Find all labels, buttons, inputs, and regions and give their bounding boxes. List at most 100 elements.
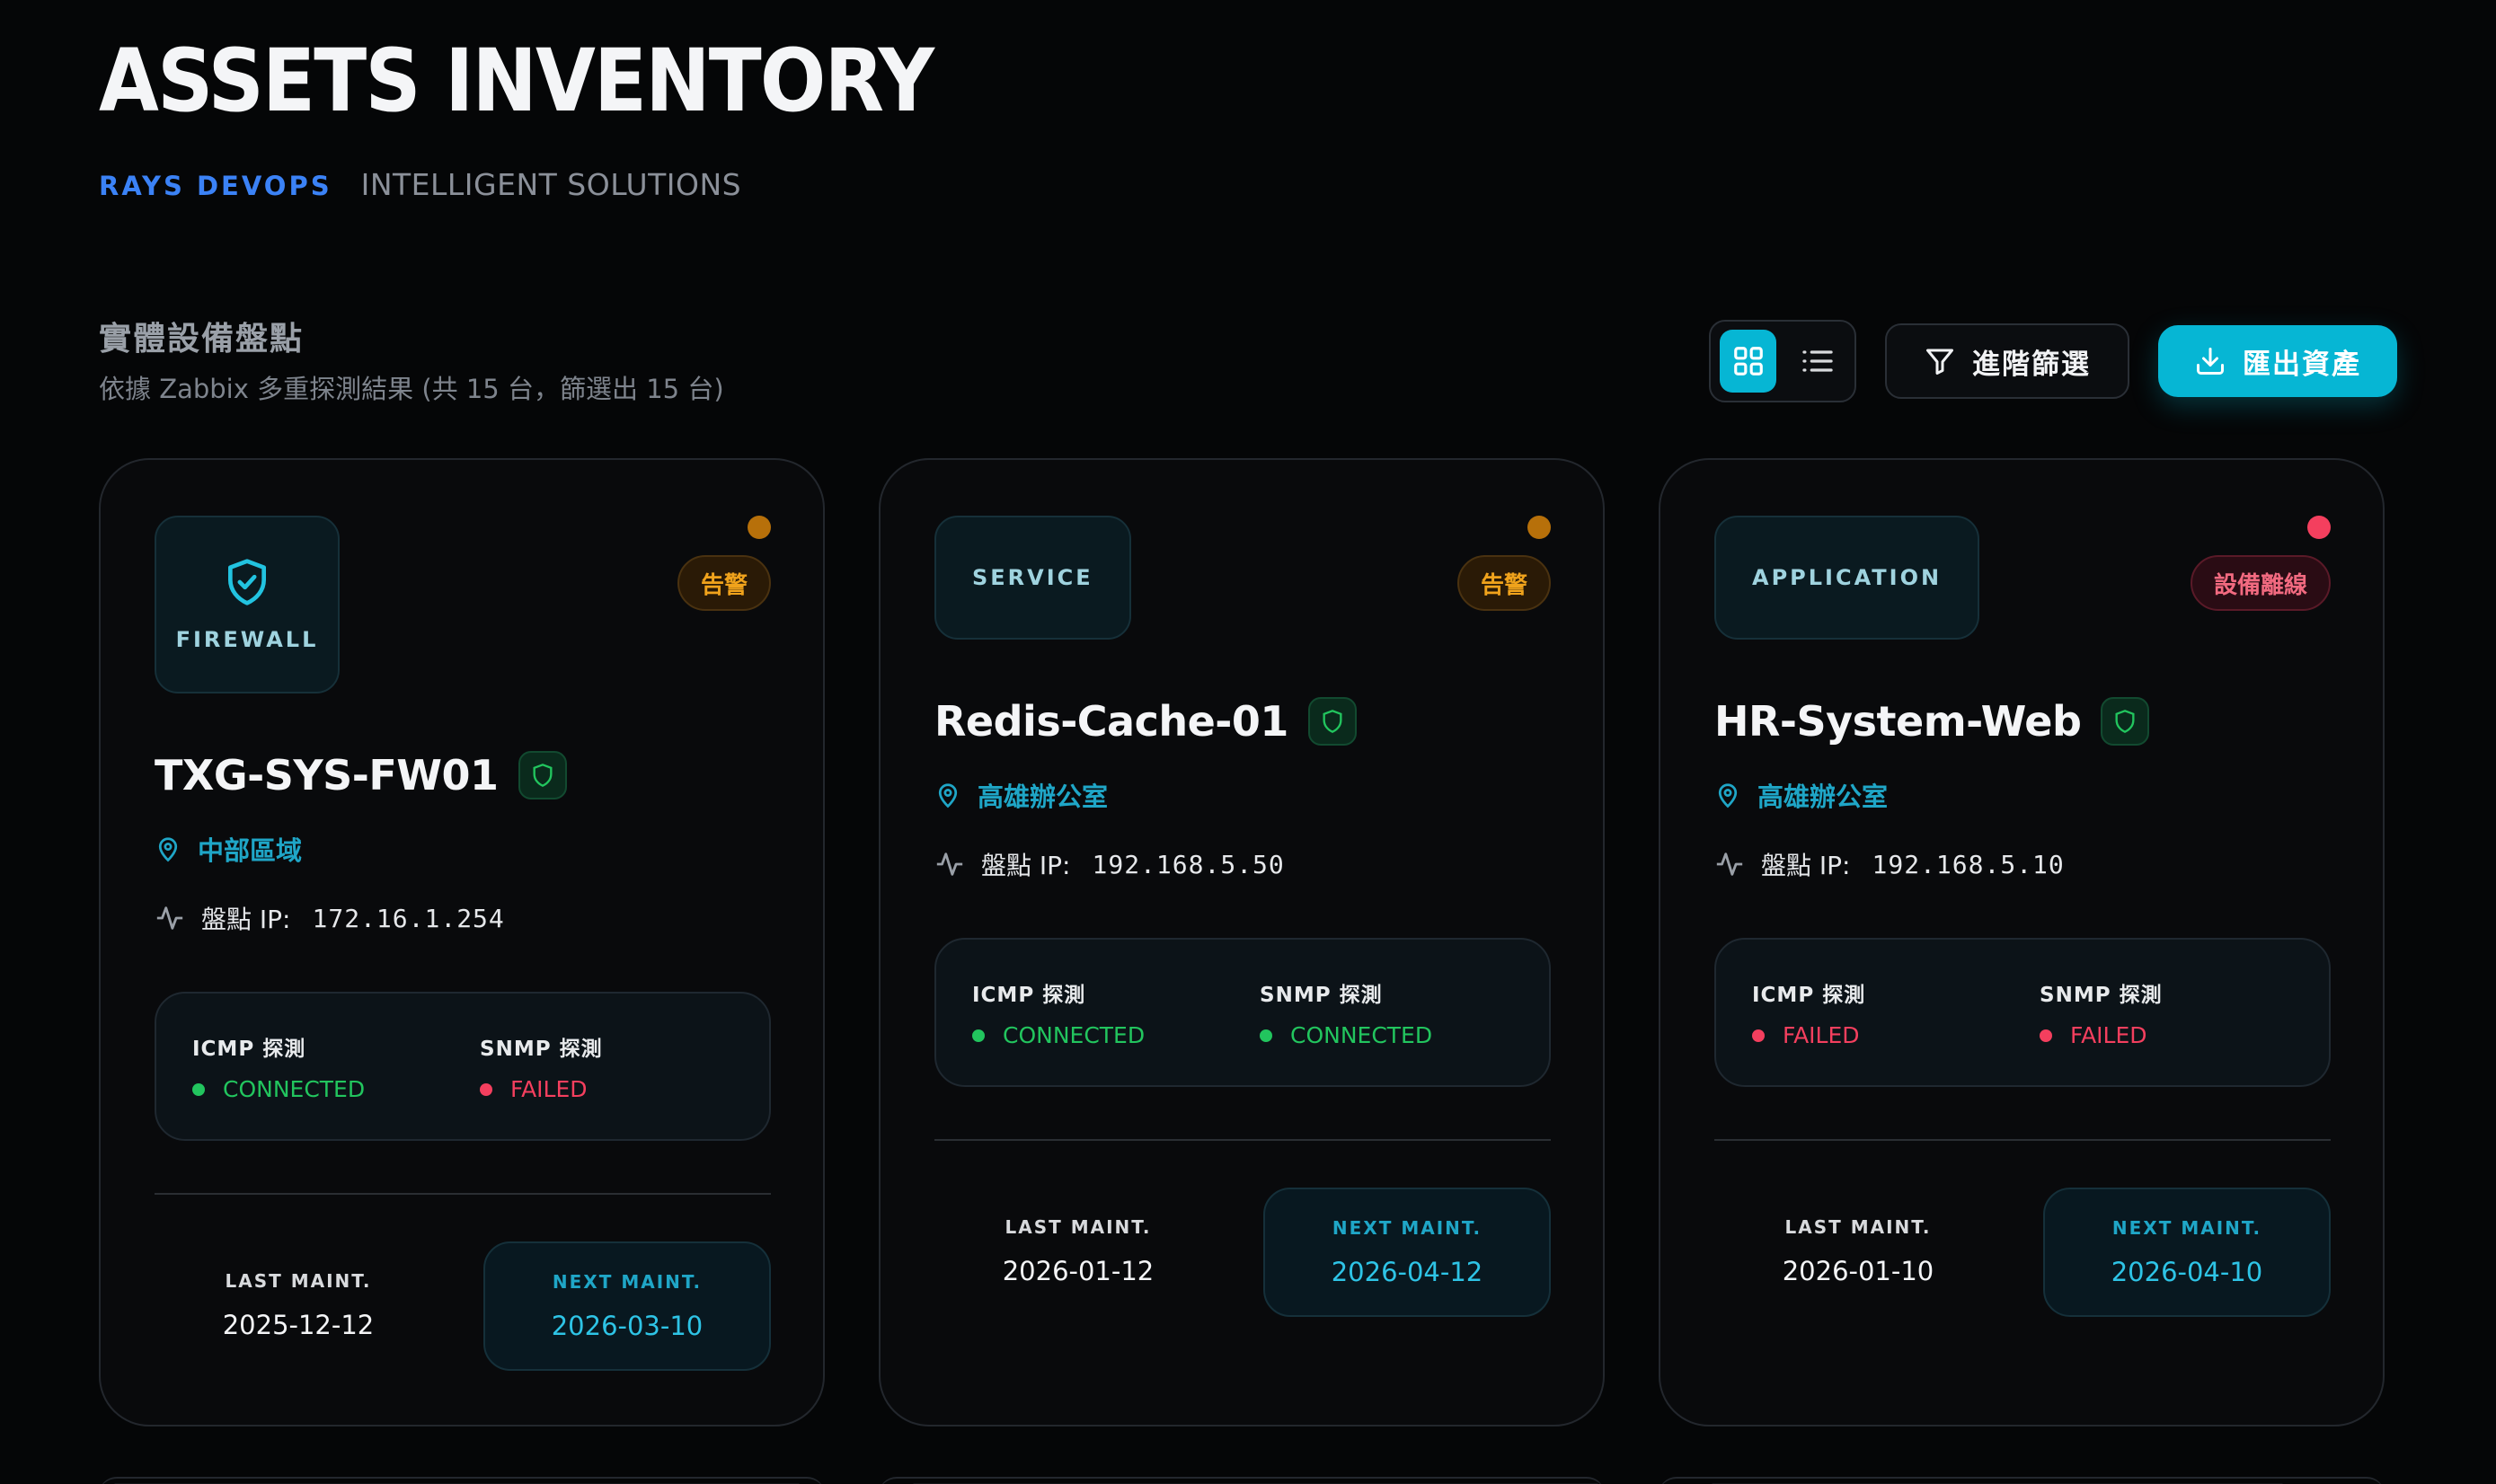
location-label: 高雄辦公室 — [978, 782, 1109, 812]
snmp-probe: SNMP 探測 CONNECTED — [1260, 977, 1432, 1048]
status-dot — [972, 1029, 985, 1042]
page-title: ASSETS INVENTORY — [99, 31, 934, 131]
last-maint-label: LAST MAINT. — [1005, 1216, 1152, 1238]
ip-label: 盤點 IP: — [201, 905, 291, 934]
shield-icon — [533, 764, 553, 787]
asset-type-label: FIREWALL — [175, 627, 319, 652]
ip-label: 盤點 IP: — [981, 851, 1071, 880]
icmp-probe-state: FAILED — [1752, 1022, 1865, 1048]
brand-primary: RAYS DEVOPS — [99, 171, 332, 201]
snmp-probe: SNMP 探測 FAILED — [480, 1031, 603, 1102]
next-maint-date: 2026-04-12 — [1331, 1257, 1483, 1287]
next-card-edge — [879, 1477, 1605, 1484]
asset-type-label: SERVICE — [972, 565, 1093, 590]
snmp-probe-state: FAILED — [480, 1076, 603, 1102]
status-dot — [192, 1082, 205, 1096]
next-maint-date: 2026-03-10 — [551, 1311, 704, 1341]
snmp-probe-label: SNMP 探測 — [480, 1038, 603, 1061]
divider — [155, 1193, 771, 1195]
last-maint-label: LAST MAINT. — [225, 1270, 372, 1292]
list-icon — [1801, 350, 1833, 372]
status-dot — [1260, 1029, 1272, 1042]
location-label: 高雄辦公室 — [1757, 782, 1889, 812]
security-shield-badge — [1307, 697, 1357, 746]
advanced-filter-label: 進階篩選 — [1972, 348, 2091, 381]
pulse-icon — [936, 852, 963, 876]
section-subtitle: 依據 Zabbix 多重探測結果 (共 15 台，篩選出 15 台) — [99, 374, 724, 404]
last-maint-label: LAST MAINT. — [1784, 1216, 1932, 1238]
map-pin-icon — [938, 783, 958, 808]
icmp-status-text: FAILED — [1783, 1022, 1860, 1048]
last-maint-date: 2026-01-10 — [1782, 1256, 1934, 1286]
export-assets-label: 匯出資產 — [2243, 348, 2361, 381]
shield-check-icon — [227, 559, 266, 605]
status-dot — [480, 1082, 492, 1096]
snmp-status-text: CONNECTED — [1290, 1022, 1433, 1048]
download-icon — [2197, 348, 2224, 375]
section-title: 實體設備盤點 — [99, 321, 305, 358]
divider — [1714, 1139, 2331, 1141]
probe-box: ICMP 探測 CONNECTED SNMP 探測 CONNECTED — [934, 938, 1551, 1087]
host-name: Redis-Cache-01 — [934, 697, 1288, 746]
next-card-edge — [99, 1477, 825, 1484]
advanced-filter-button[interactable]: 進階篩選 — [1885, 323, 2129, 399]
export-assets-button[interactable]: 匯出資產 — [2158, 325, 2397, 397]
brand-row: RAYS DEVOPS INTELLIGENT SOLUTIONS — [99, 167, 741, 202]
status-badge: 告警 — [677, 555, 771, 611]
snmp-probe: SNMP 探測 FAILED — [2040, 977, 2163, 1048]
pulse-icon — [156, 906, 183, 930]
probe-box: ICMP 探測 CONNECTED SNMP 探測 FAILED — [155, 992, 771, 1141]
security-shield-badge — [518, 751, 567, 799]
grid-view-button[interactable] — [1720, 330, 1776, 393]
asset-card[interactable]: APPLICATION 設備離線 HR-System-Web 高雄辦公室 盤點 … — [1659, 458, 2385, 1427]
ip-value: 192.168.5.10 — [1872, 849, 2065, 879]
shield-icon — [1323, 710, 1342, 733]
last-maint-date: 2025-12-12 — [222, 1310, 375, 1340]
asset-card[interactable]: FIREWALL 告警 TXG-SYS-FW01 中部區域 盤點 IP: 172… — [99, 458, 825, 1427]
next-maintenance: NEXT MAINT. 2026-04-12 — [1263, 1188, 1551, 1317]
ip-row: 盤點 IP: 192.168.5.50 — [934, 846, 1285, 882]
icmp-status-text: CONNECTED — [223, 1076, 366, 1102]
ip-row: 盤點 IP: 192.168.5.10 — [1714, 846, 2065, 882]
divider — [934, 1139, 1551, 1141]
host-row: HR-System-Web — [1714, 697, 2150, 746]
view-toggle — [1709, 320, 1856, 402]
ip-label: 盤點 IP: — [1761, 851, 1851, 880]
icmp-probe-state: CONNECTED — [972, 1022, 1145, 1048]
snmp-status-text: FAILED — [510, 1076, 588, 1102]
snmp-status-text: FAILED — [2070, 1022, 2147, 1048]
icmp-probe: ICMP 探測 CONNECTED — [192, 1031, 365, 1102]
icmp-probe: ICMP 探測 FAILED — [1752, 977, 1865, 1048]
status-dot — [2040, 1029, 2052, 1042]
snmp-probe-state: FAILED — [2040, 1022, 2163, 1048]
icmp-probe-label: ICMP 探測 — [1752, 984, 1866, 1007]
probe-box: ICMP 探測 FAILED SNMP 探測 FAILED — [1714, 938, 2331, 1087]
asset-card[interactable]: SERVICE 告警 Redis-Cache-01 高雄辦公室 盤點 IP: 1… — [879, 458, 1605, 1427]
brand-secondary: INTELLIGENT SOLUTIONS — [360, 167, 742, 202]
snmp-probe-label: SNMP 探測 — [2040, 984, 2163, 1007]
asset-type-box: SERVICE — [934, 516, 1131, 640]
status-badge: 設備離線 — [2190, 555, 2331, 611]
ip-value: 172.16.1.254 — [312, 903, 505, 933]
last-maintenance: LAST MAINT. 2025-12-12 — [155, 1270, 442, 1340]
shield-icon — [2115, 710, 2135, 733]
last-maintenance: LAST MAINT. 2026-01-10 — [1714, 1216, 2002, 1286]
icmp-probe-state: CONNECTED — [192, 1076, 365, 1102]
grid-icon — [1733, 347, 1763, 375]
next-maint-label: NEXT MAINT. — [552, 1271, 703, 1293]
next-maint-label: NEXT MAINT. — [2111, 1217, 2262, 1239]
security-shield-badge — [2101, 697, 2150, 746]
host-row: TXG-SYS-FW01 — [155, 751, 567, 799]
next-maint-date: 2026-04-10 — [2111, 1257, 2263, 1287]
location-row: 高雄辦公室 — [934, 776, 1108, 814]
last-maint-date: 2026-01-12 — [1002, 1256, 1155, 1286]
map-pin-icon — [158, 837, 178, 862]
location-row: 中部區域 — [155, 830, 302, 868]
next-maint-label: NEXT MAINT. — [1332, 1217, 1483, 1239]
list-view-button[interactable] — [1789, 330, 1845, 393]
next-maintenance: NEXT MAINT. 2026-03-10 — [483, 1241, 771, 1371]
host-row: Redis-Cache-01 — [934, 697, 1357, 746]
icmp-probe: ICMP 探測 CONNECTED — [972, 977, 1145, 1048]
snmp-probe-label: SNMP 探測 — [1260, 984, 1383, 1007]
icmp-probe-label: ICMP 探測 — [192, 1038, 306, 1061]
